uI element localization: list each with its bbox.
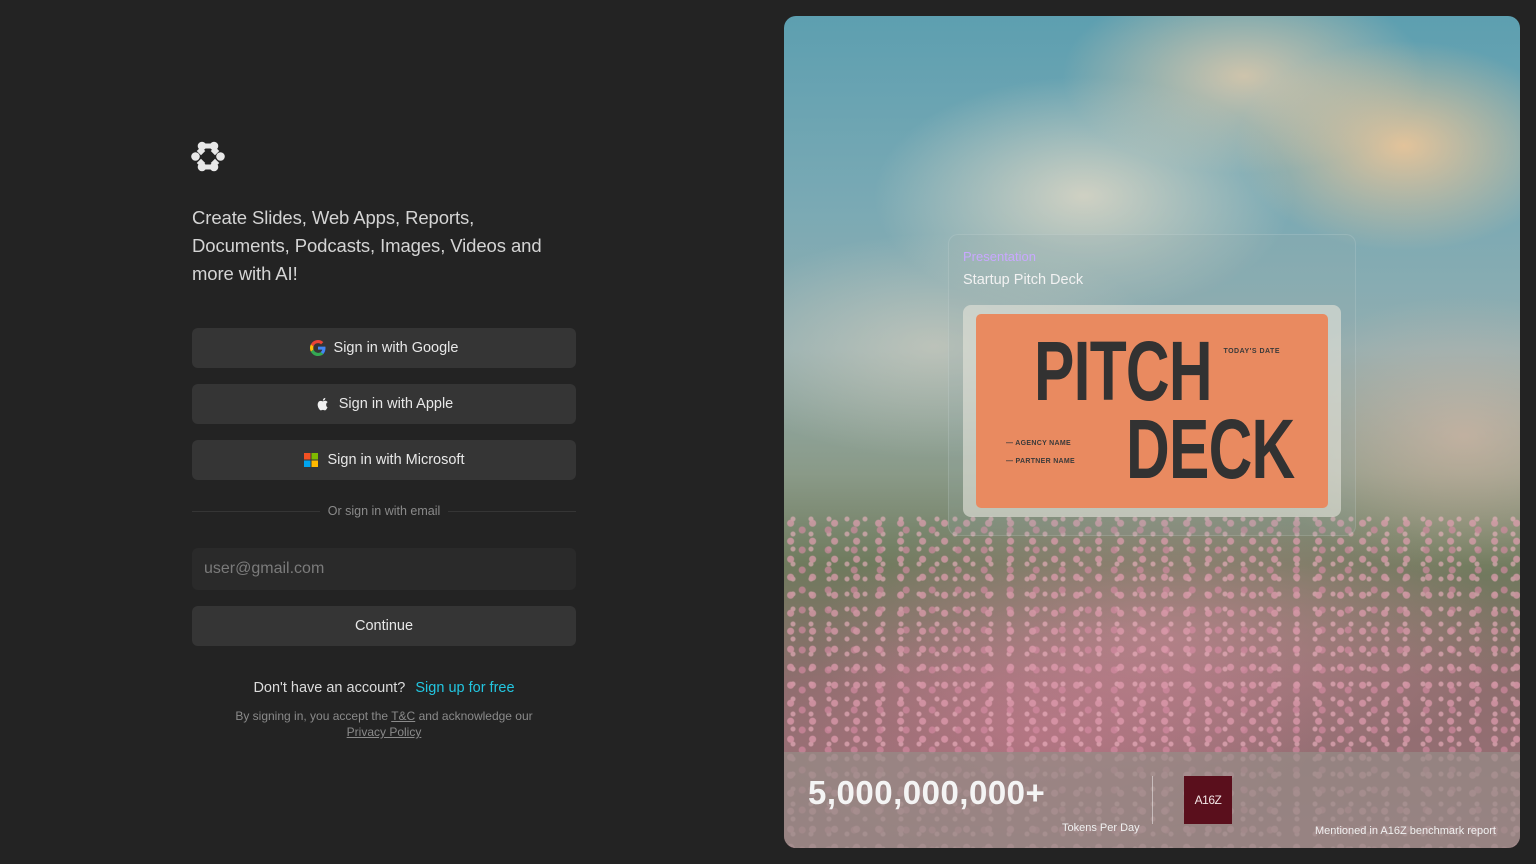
slide-partner-label: — PARTNER NAME xyxy=(1006,458,1076,465)
stats-separator xyxy=(1152,776,1153,824)
sign-in-panel: Create Slides, Web Apps, Reports, Docume… xyxy=(191,140,577,740)
card-kind: Presentation xyxy=(963,249,1036,264)
legal-prefix: By signing in, you accept the xyxy=(235,709,389,723)
continue-label: Continue xyxy=(354,618,414,634)
divider-line-left xyxy=(192,510,320,512)
card-title: Startup Pitch Deck xyxy=(963,272,1084,288)
slide-word-deck: DECK xyxy=(1126,402,1295,496)
email-divider: Or sign in with email xyxy=(192,504,577,518)
google-signin-button[interactable]: Sign in with Google xyxy=(192,328,576,368)
email-input[interactable] xyxy=(192,548,576,590)
tc-link[interactable]: T&C xyxy=(391,709,415,723)
slide-agency-label: — AGENCY NAME xyxy=(1006,440,1071,447)
a16z-mention: Mentioned in A16Z benchmark report xyxy=(1315,825,1496,837)
divider-text: Or sign in with email xyxy=(327,504,441,518)
hero-panel: Presentation Startup Pitch Deck PITCH DE… xyxy=(784,16,1520,848)
tagline: Create Slides, Web Apps, Reports, Docume… xyxy=(192,207,542,284)
legal-notice: By signing in, you accept the T&C and ac… xyxy=(192,708,576,740)
apple-signin-label: Sign in with Apple xyxy=(338,396,454,412)
sso-buttons: Sign in with Google Sign in with Apple S… xyxy=(192,328,576,480)
app-logo-icon xyxy=(191,141,225,172)
google-icon xyxy=(309,340,326,356)
signup-link[interactable]: Sign up for free xyxy=(415,680,514,696)
tokens-count: 5,000,000,000+ xyxy=(808,774,1046,811)
microsoft-signin-button[interactable]: Sign in with Microsoft xyxy=(192,440,576,480)
google-signin-label: Sign in with Google xyxy=(333,340,459,356)
slide-preview-frame: PITCH DECK TODAY'S DATE — AGENCY NAME — … xyxy=(963,305,1341,517)
showcase-card: Presentation Startup Pitch Deck PITCH DE… xyxy=(948,234,1356,536)
privacy-policy-link[interactable]: Privacy Policy xyxy=(347,725,422,739)
slide-preview: PITCH DECK TODAY'S DATE — AGENCY NAME — … xyxy=(976,314,1328,508)
divider-line-right xyxy=(448,510,577,512)
stats-bar: 5,000,000,000+ Tokens Per Day A16Z Menti… xyxy=(784,752,1520,848)
tokens-label: Tokens Per Day xyxy=(1062,822,1140,834)
no-account-text: Don't have an account? xyxy=(253,680,406,696)
slide-date-label: TODAY'S DATE xyxy=(1223,348,1280,355)
microsoft-signin-label: Sign in with Microsoft xyxy=(327,452,465,468)
microsoft-icon xyxy=(303,452,320,468)
a16z-logo: A16Z xyxy=(1184,776,1232,824)
apple-icon xyxy=(315,396,331,412)
signup-prompt: Don't have an account? Sign up for free xyxy=(192,680,576,696)
legal-middle: and acknowledge our xyxy=(418,709,533,723)
continue-button[interactable]: Continue xyxy=(192,606,576,646)
apple-signin-button[interactable]: Sign in with Apple xyxy=(192,384,576,424)
